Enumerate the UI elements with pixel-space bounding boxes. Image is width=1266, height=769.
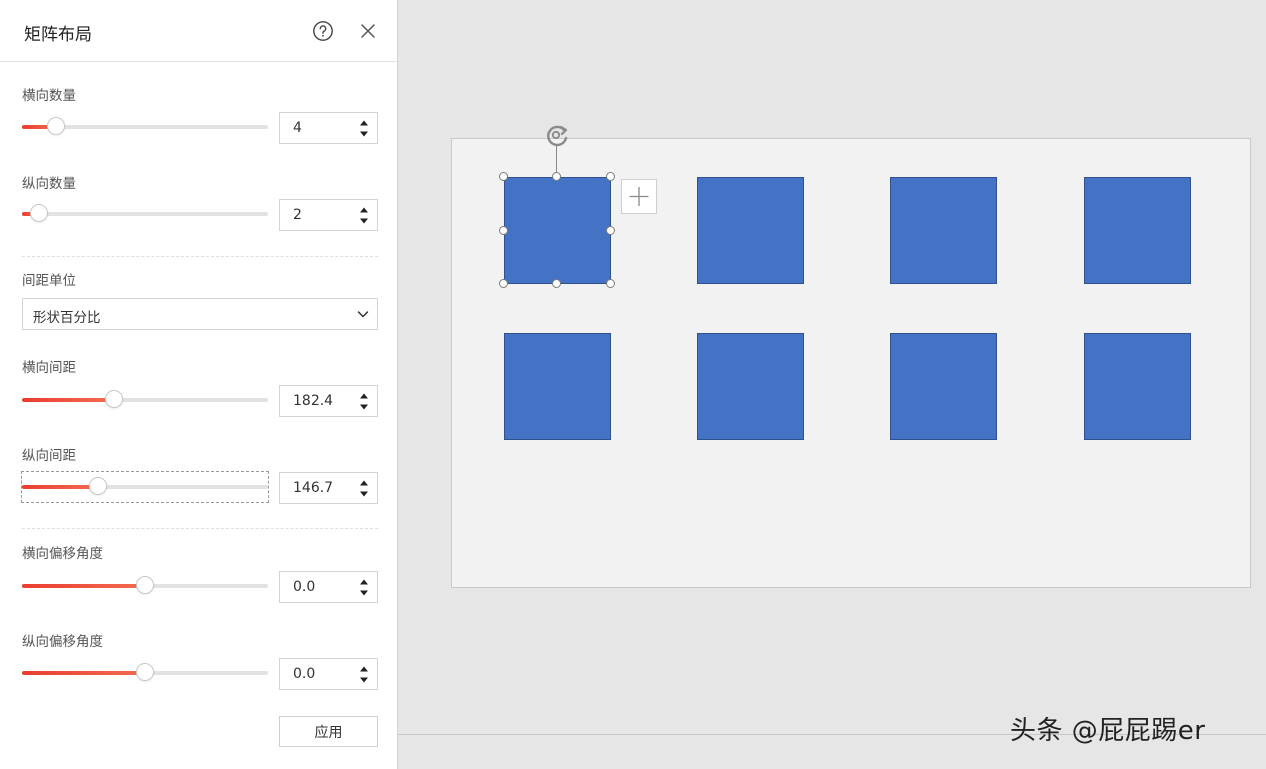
matrix-shape[interactable] bbox=[890, 177, 997, 284]
spin-down-icon[interactable] bbox=[359, 676, 369, 684]
slider-fill bbox=[22, 584, 145, 588]
matrix-shape[interactable] bbox=[504, 333, 611, 440]
slider-fill bbox=[22, 671, 145, 675]
slider-thumb[interactable] bbox=[105, 390, 124, 408]
resize-handle[interactable] bbox=[606, 172, 615, 181]
spin-up-icon[interactable] bbox=[359, 392, 369, 400]
matrix-shape-selected[interactable] bbox=[504, 177, 611, 284]
v-count-slider[interactable] bbox=[22, 199, 268, 229]
resize-handle[interactable] bbox=[499, 172, 508, 181]
close-icon[interactable] bbox=[358, 21, 378, 41]
spin-up-icon[interactable] bbox=[359, 479, 369, 487]
h-spacing-slider[interactable] bbox=[22, 385, 268, 415]
spin-down-icon[interactable] bbox=[359, 490, 369, 498]
resize-handle[interactable] bbox=[552, 279, 561, 288]
slider-thumb[interactable] bbox=[30, 204, 49, 222]
v-offset-label: 纵向偏移角度 bbox=[22, 634, 103, 650]
resize-handle[interactable] bbox=[499, 279, 508, 288]
v-count-label: 纵向数量 bbox=[22, 176, 76, 192]
help-icon[interactable] bbox=[312, 20, 334, 42]
slider-thumb[interactable] bbox=[136, 663, 154, 681]
h-count-slider[interactable] bbox=[22, 112, 268, 142]
h-offset-label: 横向偏移角度 bbox=[22, 546, 103, 562]
v-count-spinner[interactable]: 2 bbox=[279, 199, 378, 231]
h-spacing-label: 横向间距 bbox=[22, 360, 76, 376]
h-offset-spinner[interactable]: 0.0 bbox=[279, 571, 378, 603]
spin-up-icon[interactable] bbox=[359, 578, 369, 586]
spin-down-icon[interactable] bbox=[359, 589, 369, 597]
slider-fill bbox=[22, 485, 99, 489]
spin-down-icon[interactable] bbox=[359, 130, 369, 138]
matrix-shape[interactable] bbox=[890, 333, 997, 440]
h-offset-slider[interactable] bbox=[22, 571, 268, 601]
v-offset-value[interactable]: 0.0 bbox=[293, 666, 315, 682]
h-count-spinner[interactable]: 4 bbox=[279, 112, 378, 144]
resize-handle[interactable] bbox=[499, 226, 508, 235]
v-spacing-value[interactable]: 146.7 bbox=[293, 480, 333, 496]
spacing-unit-label: 间距单位 bbox=[22, 273, 76, 289]
matrix-shape[interactable] bbox=[1084, 333, 1191, 440]
add-shape-button[interactable] bbox=[621, 179, 657, 214]
matrix-shape[interactable] bbox=[1084, 177, 1191, 284]
section-divider bbox=[22, 528, 378, 529]
v-offset-slider[interactable] bbox=[22, 658, 268, 688]
h-offset-value[interactable]: 0.0 bbox=[293, 579, 315, 595]
resize-handle[interactable] bbox=[606, 226, 615, 235]
v-spacing-slider[interactable] bbox=[21, 471, 269, 503]
section-divider bbox=[22, 256, 378, 257]
panel-title: 矩阵布局 bbox=[24, 25, 92, 45]
v-spacing-label: 纵向间距 bbox=[22, 448, 76, 464]
spin-down-icon[interactable] bbox=[359, 403, 369, 411]
slider-thumb[interactable] bbox=[47, 117, 66, 135]
rotate-handle-icon[interactable] bbox=[542, 122, 572, 148]
spin-up-icon[interactable] bbox=[359, 119, 369, 127]
panel-header: 矩阵布局 bbox=[0, 0, 397, 62]
spin-up-icon[interactable] bbox=[359, 665, 369, 673]
watermark: 头条 @屁屁踢er bbox=[1010, 716, 1206, 746]
h-count-label: 横向数量 bbox=[22, 88, 76, 104]
spacing-unit-select[interactable]: 形状百分比 bbox=[22, 298, 378, 330]
v-offset-spinner[interactable]: 0.0 bbox=[279, 658, 378, 690]
chevron-down-icon bbox=[357, 311, 369, 318]
resize-handle[interactable] bbox=[552, 172, 561, 181]
v-spacing-spinner[interactable]: 146.7 bbox=[279, 472, 378, 504]
slider-thumb[interactable] bbox=[89, 477, 108, 495]
slider-thumb[interactable] bbox=[136, 576, 154, 594]
matrix-shape[interactable] bbox=[697, 177, 804, 284]
h-count-value[interactable]: 4 bbox=[293, 120, 302, 136]
spacing-unit-value: 形状百分比 bbox=[33, 310, 101, 326]
matrix-shape[interactable] bbox=[697, 333, 804, 440]
v-count-value[interactable]: 2 bbox=[293, 207, 302, 223]
slider-track bbox=[22, 212, 268, 216]
spin-up-icon[interactable] bbox=[359, 206, 369, 214]
h-spacing-spinner[interactable]: 182.4 bbox=[279, 385, 378, 417]
resize-handle[interactable] bbox=[606, 279, 615, 288]
slider-fill bbox=[22, 398, 115, 402]
matrix-layout-panel: 矩阵布局 横向数量 4 纵向数量 2 间距单位 形状百分比 横向间距 182.4… bbox=[0, 0, 398, 769]
spin-down-icon[interactable] bbox=[359, 217, 369, 225]
h-spacing-value[interactable]: 182.4 bbox=[293, 393, 333, 409]
apply-button[interactable]: 应用 bbox=[279, 716, 378, 747]
plus-icon bbox=[629, 187, 649, 206]
